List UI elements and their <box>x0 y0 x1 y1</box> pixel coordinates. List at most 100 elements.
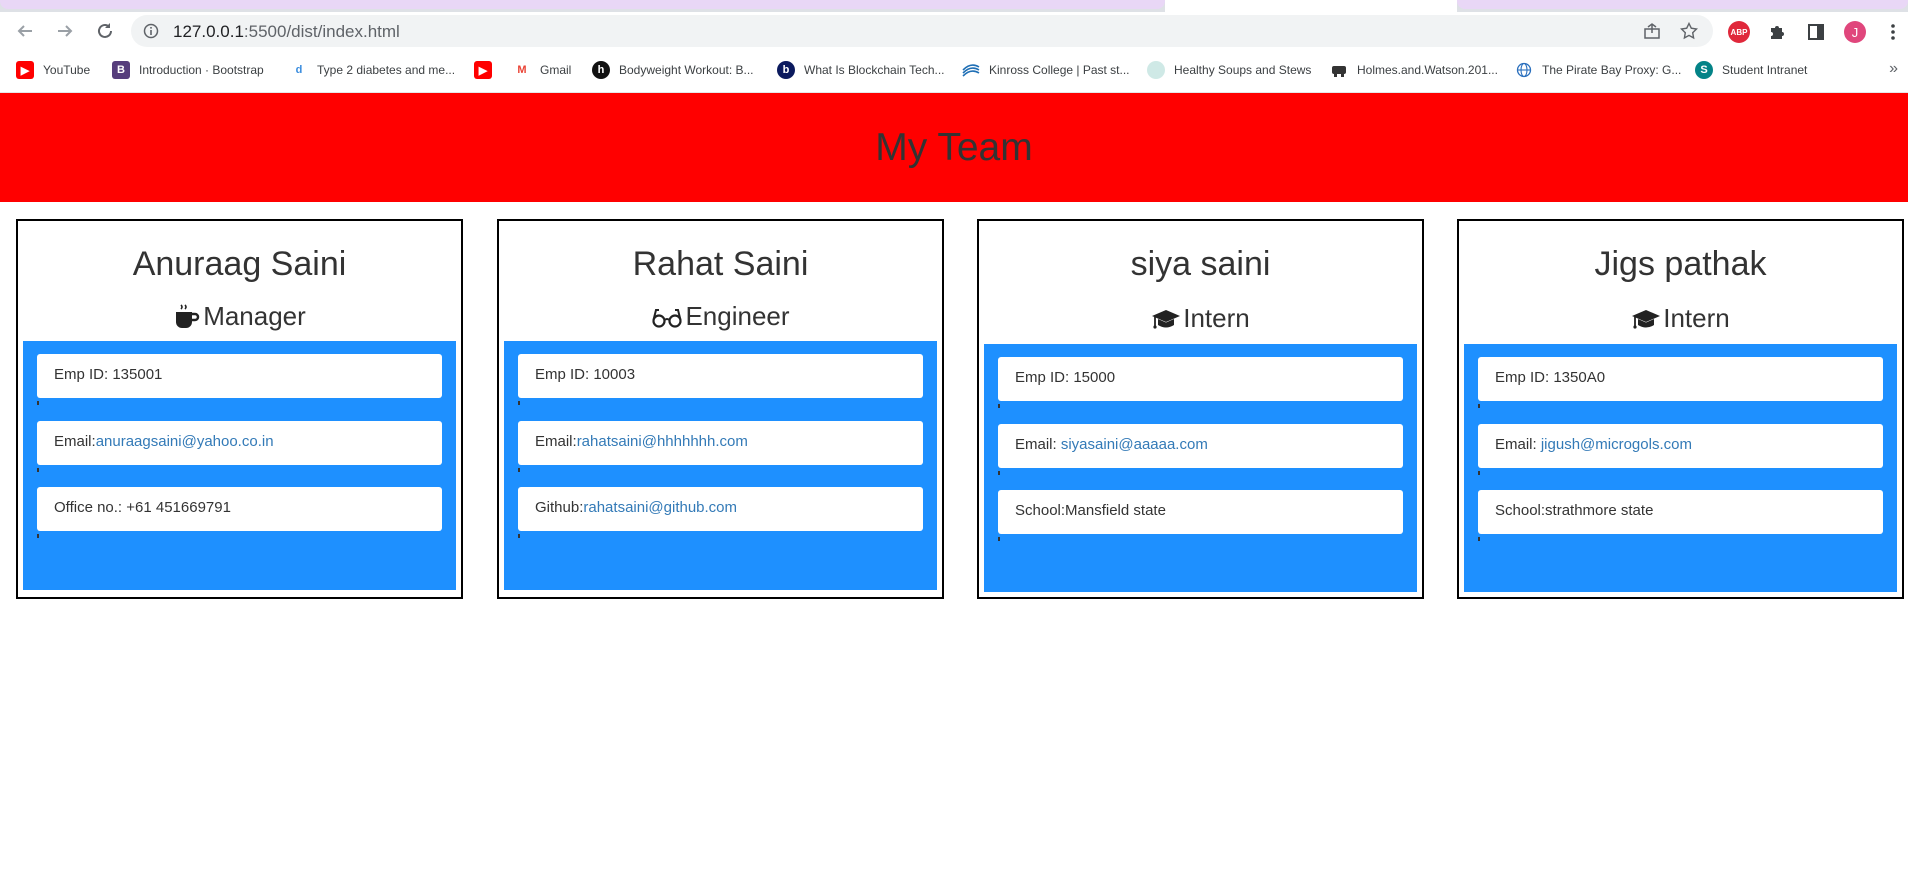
email-link[interactable]: rahatsaini@hhhhhhh.com <box>577 433 748 450</box>
bookmark-blockchain[interactable]: b What Is Blockchain Tech... <box>777 59 945 81</box>
emp-id-row: Emp ID: 15000 <box>998 357 1403 401</box>
holmes-site-icon <box>1330 61 1348 79</box>
row-divider <box>998 404 1000 408</box>
emp-id-row: Emp ID: 135001 <box>37 354 442 398</box>
info-icon[interactable] <box>143 23 159 39</box>
employee-card-manager: Anuraag Saini Manager Emp ID: 135001 Ema… <box>16 219 463 599</box>
coffee-mug-icon <box>176 303 200 328</box>
bookmark-holmes[interactable]: Holmes.and.Watson.201... <box>1330 59 1498 81</box>
tab-strip <box>0 0 1908 12</box>
role-label: Engineer <box>685 301 790 331</box>
bookmark-soups[interactable]: Healthy Soups and Stews <box>1147 59 1311 81</box>
youtube-icon: ▶ <box>474 61 492 79</box>
tab-active[interactable] <box>1165 0 1457 12</box>
bookmark-diabetes[interactable]: d Type 2 diabetes and me... <box>290 59 455 81</box>
bookmark-gmail[interactable]: M Gmail <box>513 59 571 81</box>
share-icon[interactable] <box>1643 22 1661 40</box>
tab-inactive-right[interactable] <box>1457 0 1908 9</box>
role-label: Intern <box>1663 303 1730 333</box>
bookmark-label: Bodyweight Workout: B... <box>619 63 754 77</box>
sharepoint-icon: S <box>1695 61 1713 79</box>
school-text: School:strathmore state <box>1495 502 1654 519</box>
email-link[interactable]: anuraagsaini@yahoo.co.in <box>96 433 274 450</box>
tab-inactive-left[interactable] <box>0 0 1165 9</box>
row-divider <box>37 534 39 538</box>
bootstrap-icon: B <box>112 61 130 79</box>
row-divider <box>1478 537 1480 541</box>
browser-toolbar: 127.0.0.1:5500/dist/index.html ABP J <box>0 12 1908 50</box>
reload-button[interactable] <box>91 17 119 45</box>
star-icon[interactable] <box>1680 22 1698 40</box>
email-label: Email: <box>54 433 96 450</box>
github-row: Github:rahatsaini@github.com <box>518 487 923 531</box>
bookmark-label: YouTube <box>43 63 91 77</box>
youtube-icon: ▶ <box>16 61 34 79</box>
bookmark-label: What Is Blockchain Tech... <box>804 63 945 77</box>
glasses-icon <box>652 308 683 328</box>
role-label: Intern <box>1183 303 1250 333</box>
bookmarks-overflow-button[interactable]: » <box>1889 60 1898 78</box>
bookmark-label: Student Intranet <box>1722 63 1808 77</box>
page-header: My Team <box>0 93 1908 202</box>
employee-card-engineer: Rahat Saini Engineer Emp ID: 10003 Email… <box>497 219 944 599</box>
globe-icon <box>1515 61 1533 79</box>
address-bar[interactable]: 127.0.0.1:5500/dist/index.html <box>131 15 1713 47</box>
email-row: Email:anuraagsaini@yahoo.co.in <box>37 421 442 465</box>
employee-details: Emp ID: 135001 Email:anuraagsaini@yahoo.… <box>23 341 456 590</box>
emp-id-text: Emp ID: 10003 <box>535 366 636 383</box>
url-text[interactable]: 127.0.0.1:5500/dist/index.html <box>173 22 400 42</box>
kinross-college-icon <box>962 61 980 79</box>
row-divider <box>518 534 520 538</box>
role-label: Manager <box>203 301 306 331</box>
bookmark-label: Kinross College | Past st... <box>989 63 1130 77</box>
back-button[interactable] <box>11 17 39 45</box>
employee-name: Anuraag Saini <box>132 245 347 283</box>
bookmarks-bar: ▶ YouTube B Introduction · Bootstrap d T… <box>0 50 1908 93</box>
bookmark-youtube-2[interactable]: ▶ <box>474 59 492 81</box>
bookmark-kinross[interactable]: Kinross College | Past st... <box>962 59 1130 81</box>
forward-button[interactable] <box>51 17 79 45</box>
soups-site-icon <box>1147 61 1165 79</box>
abp-label: ABP <box>1730 27 1748 37</box>
adblock-plus-icon[interactable]: ABP <box>1728 21 1750 43</box>
profile-initial: J <box>1851 24 1859 40</box>
bookmark-workout[interactable]: h Bodyweight Workout: B... <box>592 59 754 81</box>
school-text: School:Mansfield state <box>1015 502 1166 519</box>
office-number-text: Office no.: +61 451669791 <box>54 499 231 516</box>
url-path: :5500/dist/index.html <box>243 22 400 41</box>
row-divider <box>998 537 1000 541</box>
bookmark-label: Type 2 diabetes and me... <box>317 63 456 77</box>
arrow-right-icon <box>58 25 73 37</box>
emp-id-text: Emp ID: 1350A0 <box>1495 369 1606 386</box>
email-label: Email: <box>535 433 577 450</box>
email-link[interactable]: jigush@microgols.com <box>1541 436 1692 453</box>
bookmark-student-intranet[interactable]: S Student Intranet <box>1695 59 1807 81</box>
row-divider <box>1478 404 1480 408</box>
workout-site-icon: h <box>592 61 610 79</box>
employee-name: Rahat Saini <box>632 245 809 283</box>
employee-name: Jigs pathak <box>1594 245 1767 283</box>
email-label: Email: <box>1495 436 1541 453</box>
profile-avatar[interactable]: J <box>1844 21 1866 43</box>
blockchain-site-icon: b <box>777 61 795 79</box>
email-link[interactable]: siyasaini@aaaaa.com <box>1061 436 1208 453</box>
graduation-cap-icon <box>1632 309 1661 329</box>
extensions-puzzle-icon[interactable] <box>1766 21 1788 43</box>
url-host: 127.0.0.1 <box>173 22 244 41</box>
emp-id-text: Emp ID: 135001 <box>54 366 163 383</box>
email-row: Email:rahatsaini@hhhhhhh.com <box>518 421 923 465</box>
row-divider <box>37 468 39 472</box>
bookmark-youtube[interactable]: ▶ YouTube <box>16 59 90 81</box>
bookmark-piratebay[interactable]: The Pirate Bay Proxy: G... <box>1515 59 1681 81</box>
menu-kebab-icon[interactable] <box>1882 21 1904 43</box>
github-link[interactable]: rahatsaini@github.com <box>583 499 737 516</box>
graduation-cap-icon <box>1152 309 1181 329</box>
bookmark-bootstrap[interactable]: B Introduction · Bootstrap <box>112 59 264 81</box>
row-divider <box>998 471 1000 475</box>
office-number-row: Office no.: +61 451669791 <box>37 487 442 531</box>
emp-id-text: Emp ID: 15000 <box>1015 369 1116 386</box>
employee-role: Manager <box>18 301 461 332</box>
employee-details: Emp ID: 15000 Email: siyasaini@aaaaa.com… <box>984 344 1417 592</box>
side-panel-icon[interactable] <box>1805 21 1827 43</box>
gmail-icon: M <box>513 61 531 79</box>
